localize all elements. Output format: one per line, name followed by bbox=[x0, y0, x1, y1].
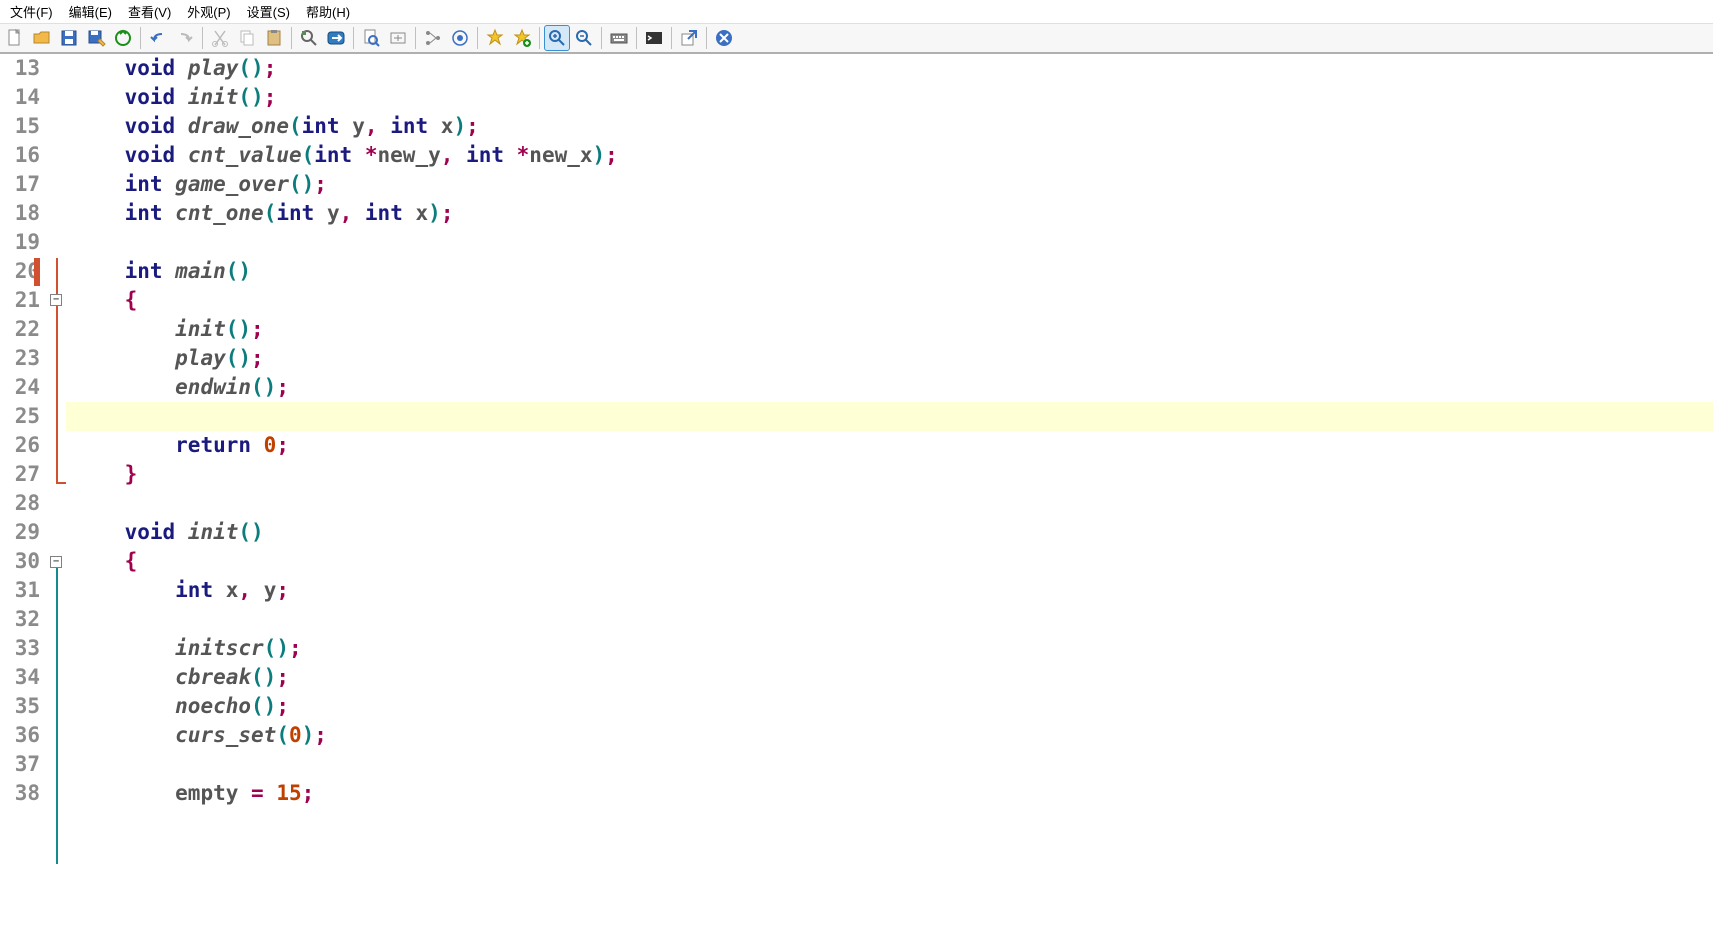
code-line bbox=[66, 750, 1713, 779]
line-number: 15 bbox=[0, 112, 40, 141]
bookmark-add-icon[interactable] bbox=[509, 25, 535, 51]
fold-end bbox=[56, 482, 66, 484]
terminal-icon[interactable] bbox=[641, 25, 667, 51]
line-number-gutter: 13 14 15 16 17 18 19 20 21 22 23 24 25 2… bbox=[0, 54, 48, 948]
line-number: 17 bbox=[0, 170, 40, 199]
toggle-wrap-icon[interactable] bbox=[385, 25, 411, 51]
menu-set[interactable]: 设置(S) bbox=[239, 0, 298, 23]
code-line: int cnt_one(int y, int x); bbox=[66, 199, 1713, 228]
code-line: play(); bbox=[66, 344, 1713, 373]
external-icon[interactable] bbox=[676, 25, 702, 51]
save-icon[interactable] bbox=[56, 25, 82, 51]
code-area[interactable]: void play(); void init(); void draw_one(… bbox=[66, 54, 1713, 948]
code-line: endwin(); bbox=[66, 373, 1713, 402]
code-line-current bbox=[66, 402, 1713, 431]
line-number: 32 bbox=[0, 605, 40, 634]
line-number: 26 bbox=[0, 431, 40, 460]
code-line: int main() bbox=[66, 257, 1713, 286]
line-number: 23 bbox=[0, 344, 40, 373]
code-line bbox=[66, 605, 1713, 634]
find-icon[interactable] bbox=[296, 25, 322, 51]
code-line: initscr(); bbox=[66, 634, 1713, 663]
toolbar bbox=[0, 24, 1713, 54]
fold-line bbox=[56, 564, 58, 864]
line-number: 37 bbox=[0, 750, 40, 779]
menu-view[interactable]: 查看(V) bbox=[120, 0, 179, 23]
open-file-icon[interactable] bbox=[29, 25, 55, 51]
zoom-in-icon[interactable] bbox=[544, 25, 570, 51]
keyboard-icon[interactable] bbox=[606, 25, 632, 51]
line-number: 29 bbox=[0, 518, 40, 547]
cut-icon[interactable] bbox=[207, 25, 233, 51]
code-line: int game_over(); bbox=[66, 170, 1713, 199]
line-number: 30 bbox=[0, 547, 40, 576]
editor-area[interactable]: 13 14 15 16 17 18 19 20 21 22 23 24 25 2… bbox=[0, 54, 1713, 948]
undo-icon[interactable] bbox=[145, 25, 171, 51]
close-icon[interactable] bbox=[711, 25, 737, 51]
line-number: 21 bbox=[0, 286, 40, 315]
line-number: 38 bbox=[0, 779, 40, 808]
save-as-icon[interactable] bbox=[83, 25, 109, 51]
line-number: 22 bbox=[0, 315, 40, 344]
code-line: { bbox=[66, 547, 1713, 576]
new-file-icon[interactable] bbox=[2, 25, 28, 51]
bookmark-icon[interactable] bbox=[482, 25, 508, 51]
code-line: void cnt_value(int *new_y, int *new_x); bbox=[66, 141, 1713, 170]
code-line: cbreak(); bbox=[66, 663, 1713, 692]
code-line: noecho(); bbox=[66, 692, 1713, 721]
code-line: void init() bbox=[66, 518, 1713, 547]
line-number: 28 bbox=[0, 489, 40, 518]
code-line: empty = 15; bbox=[66, 779, 1713, 808]
menu-help[interactable]: 帮助(H) bbox=[298, 0, 358, 23]
line-number: 25 bbox=[0, 402, 40, 431]
fold-line bbox=[56, 258, 58, 484]
line-number: 31 bbox=[0, 576, 40, 605]
line-number: 24 bbox=[0, 373, 40, 402]
line-number: 35 bbox=[0, 692, 40, 721]
line-number: 14 bbox=[0, 83, 40, 112]
zoom-out-icon[interactable] bbox=[571, 25, 597, 51]
line-number: 33 bbox=[0, 634, 40, 663]
paste-icon[interactable] bbox=[261, 25, 287, 51]
code-line: int x, y; bbox=[66, 576, 1713, 605]
symbol-icon[interactable] bbox=[447, 25, 473, 51]
code-line: void play(); bbox=[66, 54, 1713, 83]
redo-icon[interactable] bbox=[172, 25, 198, 51]
code-line: void init(); bbox=[66, 83, 1713, 112]
menu-bar: 文件(F) 编辑(E) 查看(V) 外观(P) 设置(S) 帮助(H) bbox=[0, 0, 1713, 24]
tree-icon[interactable] bbox=[420, 25, 446, 51]
line-number: 16 bbox=[0, 141, 40, 170]
code-line bbox=[66, 228, 1713, 257]
code-line: init(); bbox=[66, 315, 1713, 344]
line-number: 27 bbox=[0, 460, 40, 489]
code-line: void draw_one(int y, int x); bbox=[66, 112, 1713, 141]
refresh-icon[interactable] bbox=[110, 25, 136, 51]
code-line: curs_set(0); bbox=[66, 721, 1713, 750]
line-number: 19 bbox=[0, 228, 40, 257]
line-number: 34 bbox=[0, 663, 40, 692]
copy-icon[interactable] bbox=[234, 25, 260, 51]
fold-toggle-icon[interactable]: − bbox=[50, 556, 62, 568]
code-line: return 0; bbox=[66, 431, 1713, 460]
line-number: 18 bbox=[0, 199, 40, 228]
line-number: 13 bbox=[0, 54, 40, 83]
menu-file[interactable]: 文件(F) bbox=[2, 0, 61, 23]
menu-appear[interactable]: 外观(P) bbox=[179, 0, 238, 23]
code-line: { bbox=[66, 286, 1713, 315]
fold-column: − − bbox=[48, 54, 66, 948]
code-line: } bbox=[66, 460, 1713, 489]
fold-toggle-icon[interactable]: − bbox=[50, 294, 62, 306]
menu-edit[interactable]: 编辑(E) bbox=[61, 0, 120, 23]
replace-icon[interactable] bbox=[323, 25, 349, 51]
line-number: 36 bbox=[0, 721, 40, 750]
find-in-files-icon[interactable] bbox=[358, 25, 384, 51]
bracket-match-marker bbox=[34, 258, 40, 286]
code-line bbox=[66, 489, 1713, 518]
